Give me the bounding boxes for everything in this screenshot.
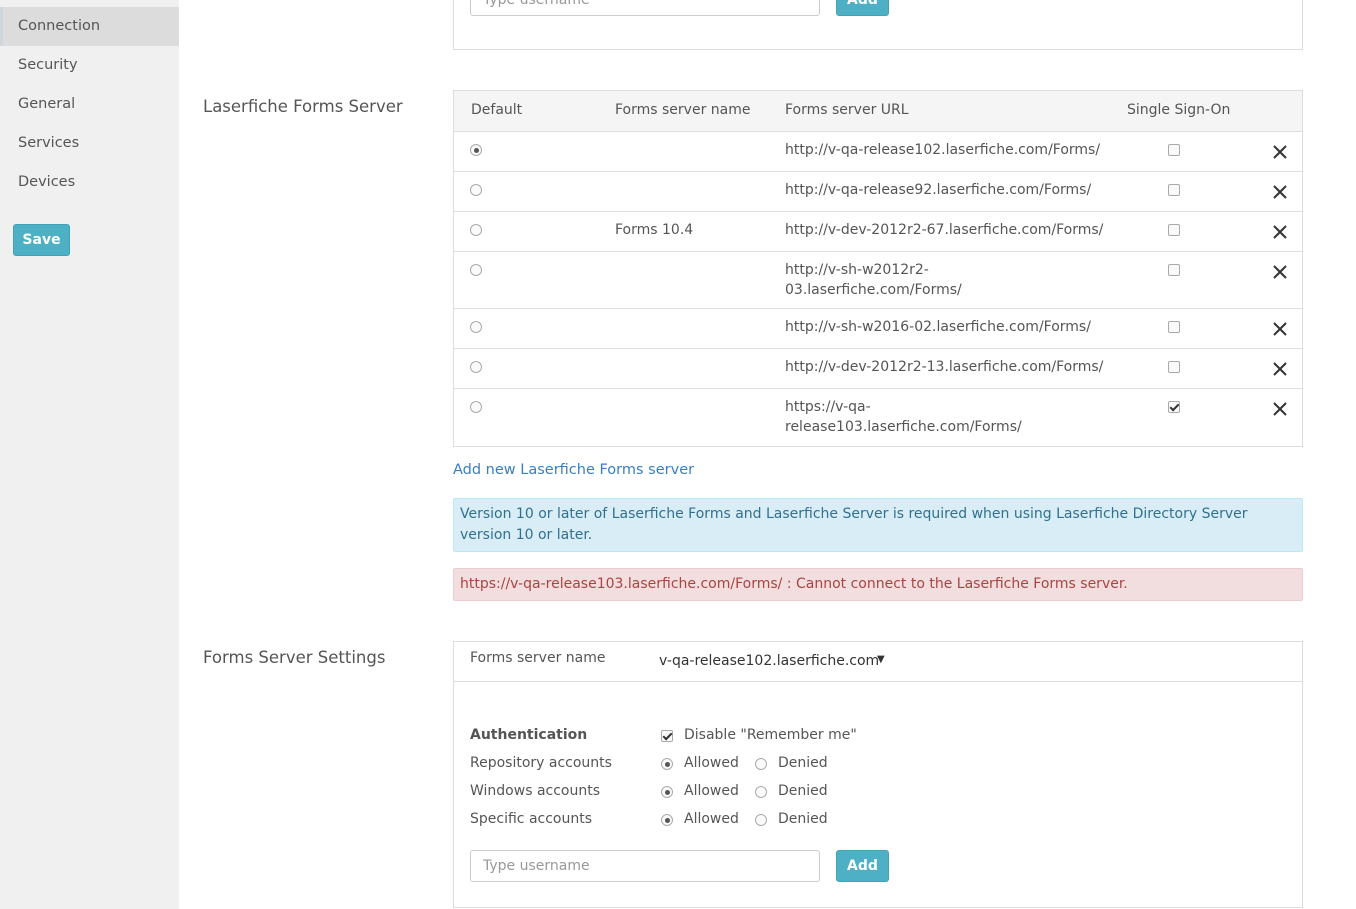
add-username-button[interactable]: Add: [836, 850, 889, 882]
default-server-radio[interactable]: [470, 361, 482, 373]
repository-accounts-allowed-radio[interactable]: [661, 758, 673, 770]
url-line: http://v-qa-release92.laserfiche.com/For…: [785, 182, 1092, 198]
sidebar-item-devices[interactable]: Devices: [0, 163, 179, 202]
column-header-default: Default: [471, 102, 523, 118]
default-server-radio[interactable]: [470, 184, 482, 196]
url-line: http://v-dev-2012r2-67.laserfiche.com/Fo…: [785, 222, 1104, 238]
forms-server-url-cell: https://v-qa-release103.laserfiche.com/F…: [785, 397, 1022, 437]
authentication-label: Authentication: [470, 727, 588, 743]
single-sign-on-checkbox[interactable]: [1168, 144, 1180, 156]
sidebar-item-services[interactable]: Services: [0, 124, 179, 163]
windows-accounts-allowed-radio[interactable]: [661, 786, 673, 798]
specific-accounts-allowed-radio[interactable]: [661, 814, 673, 826]
single-sign-on-checkbox[interactable]: [1168, 264, 1180, 276]
username-input[interactable]: [470, 850, 820, 882]
specific-accounts-label: Specific accounts: [470, 811, 593, 827]
specific-accounts-denied-radio[interactable]: [755, 814, 767, 826]
forms-server-settings-title: Forms Server Settings: [203, 648, 386, 667]
default-server-radio[interactable]: [470, 224, 482, 236]
close-icon[interactable]: [1271, 223, 1289, 241]
add-forms-server-link[interactable]: Add new Laserfiche Forms server: [453, 462, 694, 478]
url-line: http://v-sh-w2012r2-: [785, 262, 929, 278]
top-add-button[interactable]: Add: [836, 0, 889, 16]
close-icon[interactable]: [1271, 143, 1289, 161]
forms-server-name-cell: Forms 10.4: [615, 222, 694, 238]
close-icon[interactable]: [1271, 320, 1289, 338]
sidebar: Connection Security General Services Dev…: [0, 0, 179, 909]
repository-accounts-denied-radio[interactable]: [755, 758, 767, 770]
default-server-radio[interactable]: [470, 264, 482, 276]
url-line: http://v-sh-w2016-02.laserfiche.com/Form…: [785, 319, 1091, 335]
close-icon[interactable]: [1271, 360, 1289, 378]
windows-accounts-denied-label: Denied: [778, 783, 828, 799]
table-row: http://v-sh-w2012r2- 03.laserfiche.com/Fo…: [454, 252, 1302, 309]
specific-accounts-allowed-label: Allowed: [684, 811, 739, 827]
top-username-input[interactable]: [470, 0, 820, 16]
windows-accounts-denied-radio[interactable]: [755, 786, 767, 798]
forms-server-url-cell: http://v-qa-release102.laserfiche.com/Fo…: [785, 140, 1100, 160]
server-name-row: Forms server name v-qa-release102.laserf…: [454, 642, 1302, 682]
single-sign-on-checkbox[interactable]: [1168, 361, 1180, 373]
table-row: http://v-sh-w2016-02.laserfiche.com/Form…: [454, 309, 1302, 349]
specific-accounts-panel-top: Add: [453, 0, 1303, 50]
table-row: http://v-qa-release102.laserfiche.com/Fo…: [454, 132, 1302, 172]
specific-accounts-denied-label: Denied: [778, 811, 828, 827]
server-name-label: Forms server name: [470, 650, 606, 666]
forms-server-url-cell: http://v-qa-release92.laserfiche.com/For…: [785, 180, 1091, 200]
table-row: http://v-dev-2012r2-13.laserfiche.com/Fo…: [454, 349, 1302, 389]
caret-down-icon[interactable]: ▼: [877, 654, 885, 665]
sidebar-item-security[interactable]: Security: [0, 46, 179, 85]
forms-server-url-cell: http://v-sh-w2012r2- 03.laserfiche.com/Fo…: [785, 260, 962, 300]
forms-server-url-cell: http://v-dev-2012r2-13.laserfiche.com/Fo…: [785, 357, 1103, 377]
disable-remember-me-checkbox[interactable]: [661, 730, 673, 742]
column-header-sso: Single Sign-On: [1127, 102, 1231, 118]
single-sign-on-checkbox[interactable]: [1168, 321, 1180, 333]
default-server-radio[interactable]: [470, 144, 482, 156]
sidebar-item-connection[interactable]: Connection: [0, 7, 179, 46]
forms-server-url-cell: http://v-dev-2012r2-67.laserfiche.com/Fo…: [785, 220, 1103, 240]
url-line: http://v-qa-release102.laserfiche.com/Fo…: [785, 142, 1101, 158]
table-row: Forms 10.4 http://v-dev-2012r2-67.laserfi…: [454, 212, 1302, 252]
close-icon[interactable]: [1271, 183, 1289, 201]
table-header: Default Forms server name Forms server U…: [454, 91, 1302, 132]
save-button[interactable]: Save: [13, 224, 70, 256]
repository-accounts-allowed-label: Allowed: [684, 755, 739, 771]
connection-error-alert: https://v-qa-release103.laserfiche.com/F…: [453, 568, 1303, 601]
single-sign-on-checkbox[interactable]: [1168, 401, 1180, 413]
url-line: https://v-qa-: [785, 399, 871, 415]
windows-accounts-allowed-label: Allowed: [684, 783, 739, 799]
sidebar-item-general[interactable]: General: [0, 85, 179, 124]
disable-remember-me-label: Disable "Remember me": [684, 727, 857, 743]
forms-server-section-title: Laserfiche Forms Server: [203, 97, 403, 116]
forms-server-table: Default Forms server name Forms server U…: [453, 90, 1303, 447]
version-info-alert: Version 10 or later of Laserfiche Forms …: [453, 498, 1303, 552]
column-header-name: Forms server name: [615, 102, 751, 118]
close-icon[interactable]: [1271, 263, 1289, 281]
url-line: http://v-dev-2012r2-13.laserfiche.com/Fo…: [785, 359, 1104, 375]
repository-accounts-label: Repository accounts: [470, 755, 612, 771]
table-row: https://v-qa-release103.laserfiche.com/F…: [454, 389, 1302, 446]
forms-server-url-cell: http://v-sh-w2016-02.laserfiche.com/Form…: [785, 317, 1091, 337]
close-icon[interactable]: [1271, 400, 1289, 418]
forms-server-settings-panel: Forms server name v-qa-release102.laserf…: [453, 641, 1303, 908]
table-row: http://v-qa-release92.laserfiche.com/For…: [454, 172, 1302, 212]
repository-accounts-denied-label: Denied: [778, 755, 828, 771]
server-name-select[interactable]: v-qa-release102.laserfiche.com: [659, 653, 879, 669]
column-header-url: Forms server URL: [785, 102, 909, 118]
default-server-radio[interactable]: [470, 401, 482, 413]
url-line: release103.laserfiche.com/Forms/: [785, 419, 1022, 435]
single-sign-on-checkbox[interactable]: [1168, 224, 1180, 236]
windows-accounts-label: Windows accounts: [470, 783, 601, 799]
default-server-radio[interactable]: [470, 321, 482, 333]
url-line: 03.laserfiche.com/Forms/: [785, 282, 962, 298]
single-sign-on-checkbox[interactable]: [1168, 184, 1180, 196]
